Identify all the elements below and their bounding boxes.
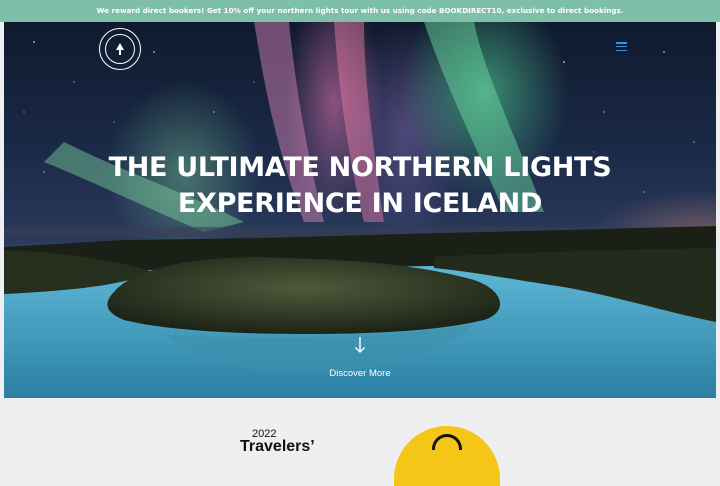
tree-icon — [116, 43, 124, 55]
headline-line-2: EXPERIENCE IN ICELAND — [177, 188, 543, 219]
hamburger-menu-icon[interactable] — [616, 42, 627, 52]
award-title: Travelers’ — [240, 438, 315, 455]
awards-section: 2022 Travelers’ — [0, 398, 720, 486]
headline-line-1: THE ULTIMATE NORTHERN LIGHTS — [108, 152, 612, 183]
discover-more-link[interactable]: Discover More — [4, 368, 716, 379]
hero-section: THE ULTIMATE NORTHERN LIGHTS EXPERIENCE … — [4, 22, 716, 398]
promo-banner: We reward direct bookers! Get 10% off yo… — [0, 0, 720, 22]
tripadvisor-owl-icon — [432, 434, 462, 450]
brand-logo[interactable] — [99, 28, 141, 70]
tripadvisor-badge — [394, 426, 500, 486]
logo-emblem — [105, 34, 135, 64]
hero-headline: THE ULTIMATE NORTHERN LIGHTS EXPERIENCE … — [4, 150, 716, 222]
promo-text: We reward direct bookers! Get 10% off yo… — [96, 6, 624, 15]
arrow-down-icon[interactable] — [354, 336, 366, 354]
